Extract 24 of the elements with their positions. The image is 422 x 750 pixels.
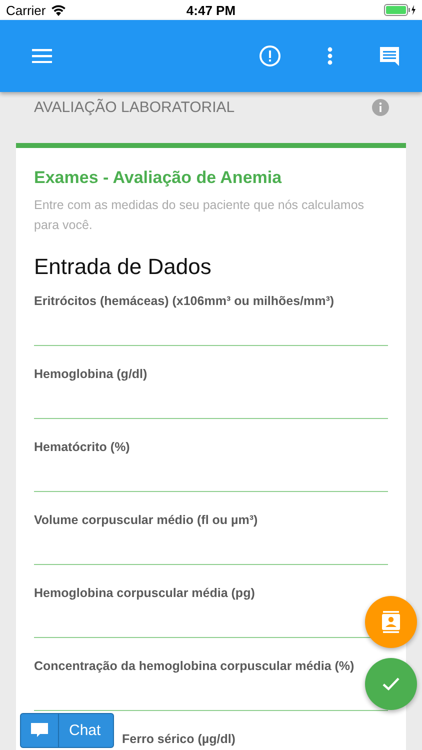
contact-card-icon xyxy=(382,611,400,633)
field-label: Hematócrito (%) xyxy=(34,440,131,454)
field-label: Concentração da hemoglobina corpuscular média (%) xyxy=(34,659,356,673)
field-label: Ferro sérico (µg/dl) xyxy=(122,732,236,746)
message-icon[interactable] xyxy=(379,46,400,66)
more-icon[interactable] xyxy=(327,47,333,65)
wifi-icon xyxy=(50,4,66,16)
card-title: Exames - Avaliação de Anemia xyxy=(34,168,283,188)
section-title: AVALIAÇÃO LABORATORIAL xyxy=(34,98,235,116)
alert-icon[interactable] xyxy=(259,45,281,67)
menu-icon[interactable] xyxy=(32,49,52,63)
info-icon[interactable] xyxy=(372,98,389,116)
field-label: Hemoglobina (g/dl) xyxy=(34,367,148,381)
battery-icon xyxy=(384,4,416,16)
status-time: 4:47 PM xyxy=(186,2,236,18)
form-heading: Entrada de Dados xyxy=(34,254,212,280)
chat-button[interactable]: Chat xyxy=(20,713,114,748)
check-icon xyxy=(382,677,400,691)
field-label: Volume corpuscular médio (fl ou µm³) xyxy=(34,513,259,527)
field-label: Eritrócitos (hemáceas) (x106mm³ ou milhões/mm³) xyxy=(34,294,336,308)
card-description: Entre com as medidas do seu paciente que nós calculamos para você. xyxy=(34,197,366,234)
field-label: Hemoglobina corpuscular média (pg) xyxy=(34,586,256,600)
speech-bubble-icon xyxy=(31,723,48,738)
carrier-name: Carrier xyxy=(6,2,46,18)
